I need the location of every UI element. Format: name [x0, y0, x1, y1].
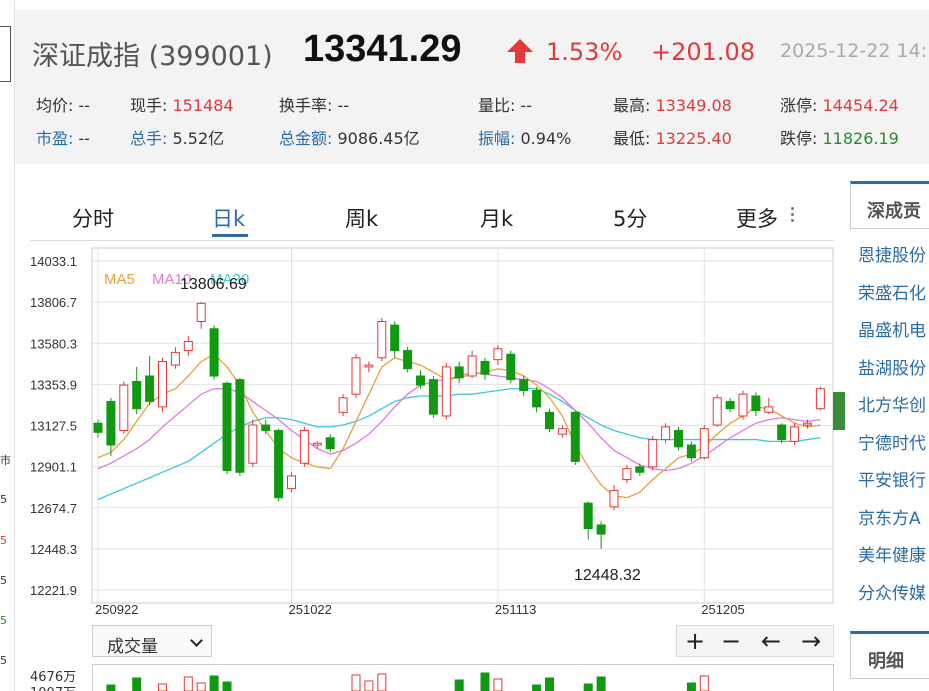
- candle-body: [686, 444, 696, 459]
- candle-body: [170, 351, 180, 366]
- candle-body: [261, 424, 271, 431]
- candle-body: [790, 426, 800, 442]
- candle-body: [648, 439, 658, 468]
- candle-body: [287, 475, 296, 490]
- candle-body: [751, 395, 761, 412]
- candle-body: [106, 400, 116, 446]
- candle-body: [377, 321, 387, 359]
- candle-body: [777, 424, 787, 441]
- y-tick-label: 12221.9: [30, 583, 77, 598]
- candle-body: [803, 422, 812, 426]
- candle-body: [158, 360, 167, 408]
- candle-body: [493, 348, 503, 361]
- y-tick-label: 12674.7: [30, 501, 77, 516]
- candle-body: [622, 468, 632, 481]
- panel-toggle-marker[interactable]: [833, 392, 845, 430]
- zoom-out-button[interactable]: −: [713, 626, 749, 656]
- candle-body: [570, 411, 580, 462]
- candle-body: [635, 466, 645, 473]
- candle-body: [506, 353, 516, 381]
- candle-body: [699, 428, 709, 459]
- candle-body: [583, 502, 593, 530]
- candle-body: [338, 397, 348, 413]
- candle-body: [364, 364, 374, 368]
- candle-body: [661, 426, 671, 441]
- candle-body: [441, 366, 451, 417]
- contributor-item[interactable]: 京东方A: [858, 504, 921, 529]
- indicator-select[interactable]: 成交量: [92, 625, 212, 657]
- candle-body: [93, 422, 103, 433]
- legend-ma5: MA5: [104, 271, 135, 288]
- contributor-item[interactable]: 盐湖股份: [858, 354, 926, 379]
- candle-body: [196, 302, 206, 323]
- stock-page: 市55555 深证成指 (399001) 13341.29 1.53% +201…: [0, 0, 929, 691]
- max-price-label: 13806.69: [180, 276, 247, 293]
- indicator-select-label: 成交量: [107, 637, 158, 657]
- volume-mid-label: 1007万: [30, 682, 76, 691]
- contributor-item[interactable]: 荣盛石化: [858, 279, 926, 304]
- candle-body: [428, 379, 438, 415]
- candle-body: [222, 382, 232, 471]
- candle-body: [390, 324, 400, 352]
- contributor-item[interactable]: 美年健康: [858, 541, 926, 566]
- candle-body: [738, 393, 748, 417]
- candle-body: [545, 411, 554, 430]
- min-price-label: 12448.32: [574, 567, 641, 584]
- candle-body: [764, 406, 774, 413]
- candle-body: [351, 357, 361, 395]
- candle-body: [299, 429, 309, 464]
- contributor-item[interactable]: 恩捷股份: [858, 241, 926, 266]
- x-tick-label: 251113: [495, 602, 536, 617]
- candle-body: [248, 424, 258, 464]
- candle-body: [725, 400, 735, 410]
- y-tick-label: 13353.9: [30, 377, 77, 392]
- contributor-item[interactable]: 分众传媒: [858, 579, 926, 604]
- y-tick-label: 13127.5: [30, 419, 77, 434]
- contributor-item[interactable]: 平安银行: [858, 466, 926, 491]
- candle-body: [609, 489, 619, 508]
- candle-body: [674, 429, 683, 448]
- kline-chart[interactable]: 14033.1 13806.7 13580.3 13353.9 13127.5 12901…: [0, 0, 929, 691]
- chevron-down-icon: [190, 634, 203, 647]
- candle-body: [712, 397, 722, 426]
- tab-details[interactable]: 明细: [850, 631, 929, 679]
- contributor-item[interactable]: 晶盛机电: [858, 316, 926, 341]
- y-tick-label: 12901.1: [30, 460, 77, 475]
- pan-right-button[interactable]: →: [793, 626, 829, 656]
- candle-body: [454, 366, 464, 379]
- x-tick-label: 250922: [95, 602, 138, 617]
- candle-body: [416, 375, 425, 386]
- candle-body: [532, 390, 542, 408]
- y-tick-label: 12448.3: [30, 542, 77, 557]
- candle-body: [312, 442, 322, 446]
- candle-body: [235, 379, 245, 473]
- candle-body: [815, 388, 825, 410]
- y-tick-label: 13580.3: [30, 336, 77, 351]
- candle-body: [557, 428, 567, 435]
- candle-body: [119, 384, 129, 431]
- candle-body: [519, 379, 529, 392]
- candle-body: [480, 360, 490, 375]
- x-tick-label: 251022: [289, 602, 332, 617]
- y-tick-label: 14033.1: [30, 254, 77, 269]
- candle-body: [596, 524, 606, 535]
- x-tick-label: 251205: [701, 602, 744, 617]
- volume-chart: [92, 664, 834, 691]
- candle-body: [183, 340, 193, 352]
- candle-body: [467, 355, 477, 377]
- candle-body: [209, 328, 219, 377]
- y-tick-label: 13806.7: [30, 295, 77, 310]
- zoom-in-button[interactable]: +: [677, 626, 713, 656]
- index-contributors-header[interactable]: 深成贡: [850, 181, 929, 229]
- contributor-item[interactable]: 北方华创: [858, 391, 926, 416]
- pan-left-button[interactable]: ←: [753, 626, 789, 656]
- candle-body: [325, 437, 335, 450]
- candle-body: [403, 350, 413, 370]
- candle-body: [145, 375, 155, 402]
- contributor-item[interactable]: 宁德时代: [858, 429, 926, 454]
- candle-body: [132, 380, 142, 410]
- chart-controls: + − ← →: [676, 625, 834, 657]
- candle-body: [274, 429, 284, 499]
